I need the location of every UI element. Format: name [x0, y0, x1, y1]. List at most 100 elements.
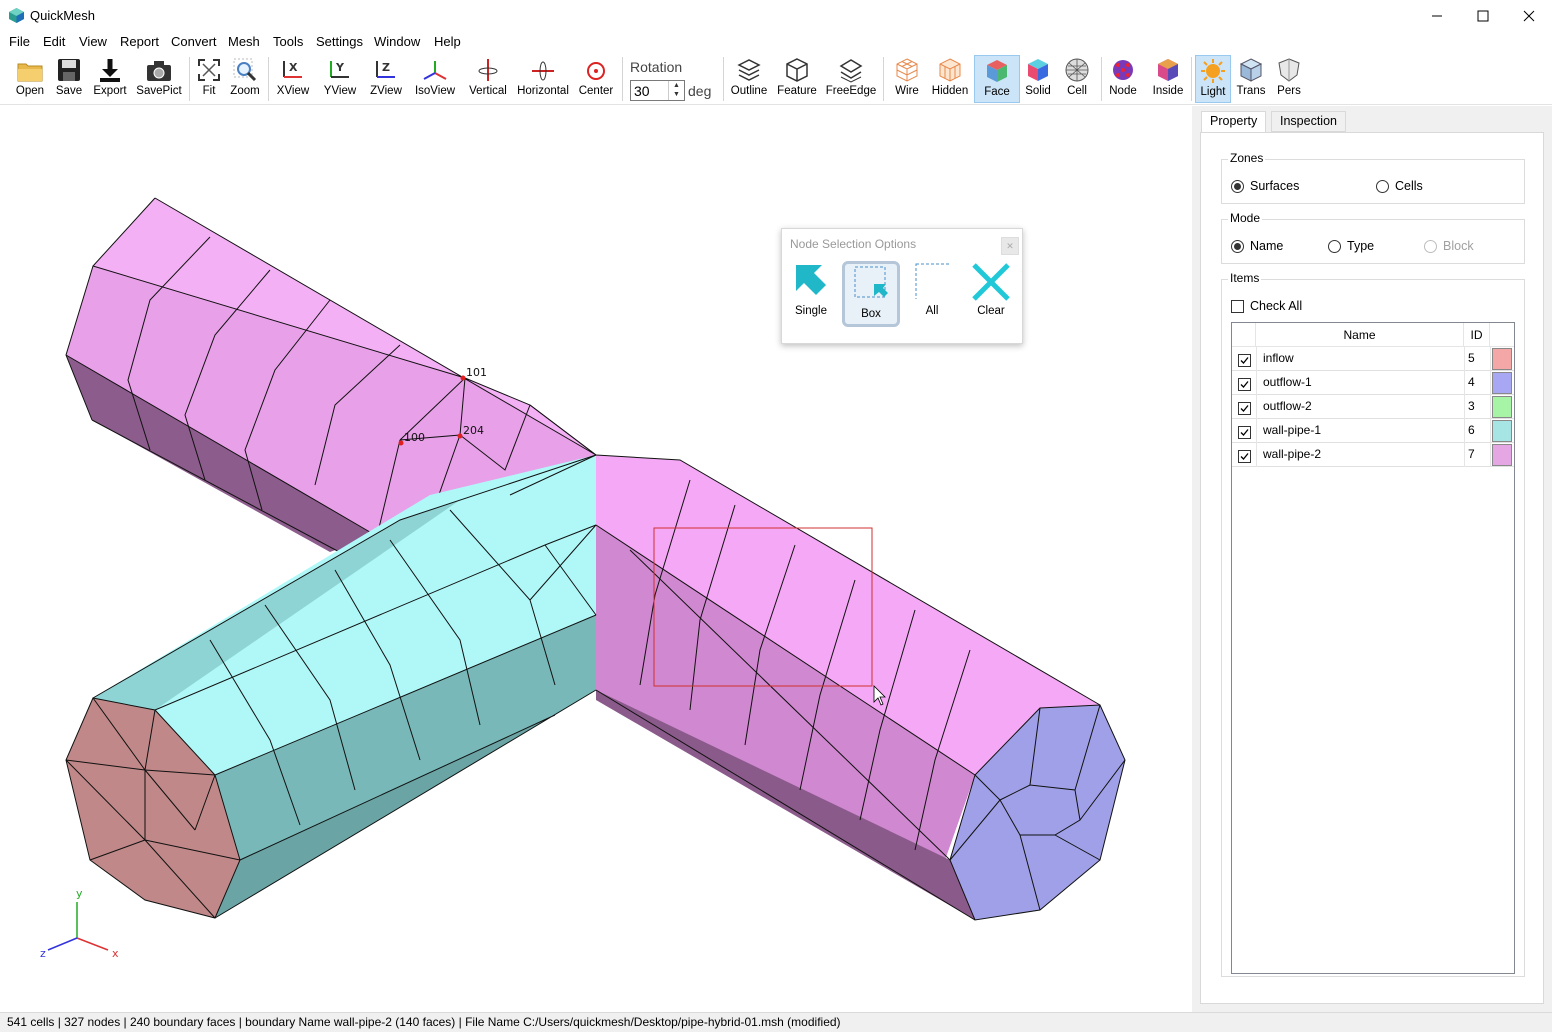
center-button[interactable]: Center — [577, 55, 615, 101]
export-button[interactable]: Export — [91, 55, 129, 101]
zones-group: Zones Surfaces Cells — [1221, 151, 1525, 204]
title-bar: QuickMesh — [0, 0, 1552, 31]
menu-help[interactable]: Help — [434, 34, 461, 49]
face-button[interactable]: Face — [974, 55, 1020, 103]
fit-button[interactable]: Fit — [195, 55, 223, 101]
perspective-shield-icon — [1278, 58, 1300, 82]
target-icon — [587, 62, 605, 80]
row-id: 4 — [1468, 375, 1475, 389]
pers-button[interactable]: Pers — [1273, 55, 1305, 101]
hidden-cube-icon — [939, 58, 961, 82]
box-select-button[interactable]: Box — [842, 261, 900, 327]
sun-icon — [1201, 59, 1225, 83]
horizontal-button[interactable]: Horizontal — [516, 55, 570, 101]
menu-file[interactable]: File — [9, 34, 30, 49]
items-table: Name ID inflow 5 outflow-1 4 outflow-2 3 wall-… — [1231, 322, 1515, 974]
spin-up-icon[interactable]: ▲ — [669, 81, 684, 90]
node-label: 204 — [463, 424, 484, 437]
row-color-swatch[interactable] — [1492, 348, 1512, 370]
table-row[interactable]: wall-pipe-1 6 — [1232, 419, 1514, 443]
x-axis-view-icon: X — [283, 61, 302, 78]
arrow-select-icon — [796, 265, 826, 295]
row-name: outflow-2 — [1263, 399, 1312, 413]
row-name: wall-pipe-1 — [1263, 423, 1322, 437]
menu-settings[interactable]: Settings — [316, 34, 363, 49]
vertical-rotate-icon — [478, 59, 498, 81]
table-row[interactable]: wall-pipe-2 7 — [1232, 443, 1514, 467]
table-row[interactable]: outflow-2 3 — [1232, 395, 1514, 419]
save-button[interactable]: Save — [52, 55, 86, 101]
row-checkbox[interactable] — [1238, 376, 1251, 391]
toolbar: Open Save Export SavePict Fit Zoom X XVi… — [0, 53, 1552, 105]
feature-button[interactable]: Feature — [775, 55, 819, 101]
trans-button[interactable]: Trans — [1234, 55, 1268, 101]
row-checkbox[interactable] — [1238, 352, 1251, 367]
name-radio[interactable]: Name — [1231, 239, 1283, 253]
row-color-swatch[interactable] — [1492, 372, 1512, 394]
svg-text:Y: Y — [335, 61, 345, 74]
column-header-id[interactable]: ID — [1464, 323, 1490, 347]
menu-edit[interactable]: Edit — [43, 34, 65, 49]
maximize-button[interactable] — [1460, 0, 1506, 31]
column-header-name[interactable]: Name — [1256, 323, 1464, 347]
mode-label: Mode — [1228, 211, 1263, 225]
magnifier-icon — [233, 58, 257, 82]
y-axis-view-icon: Y — [330, 61, 349, 78]
inside-hexagon-icon — [1158, 59, 1178, 81]
surfaces-radio[interactable]: Surfaces — [1231, 179, 1299, 193]
check-all-checkbox[interactable]: Check All — [1231, 299, 1302, 313]
row-name: outflow-1 — [1263, 375, 1312, 389]
table-row[interactable]: outflow-1 4 — [1232, 371, 1514, 395]
tab-property[interactable]: Property — [1201, 111, 1267, 133]
popup-close-icon[interactable]: ✕ — [1001, 237, 1019, 255]
zoom-button[interactable]: Zoom — [229, 55, 261, 101]
rotation-spinner[interactable]: ▲ ▼ — [668, 81, 684, 100]
close-button[interactable] — [1506, 0, 1552, 31]
xview-button[interactable]: X XView — [274, 55, 312, 101]
isoview-button[interactable]: IsoView — [413, 55, 457, 101]
single-select-button[interactable]: Single — [782, 261, 840, 327]
light-button[interactable]: Light — [1195, 55, 1231, 103]
zview-button[interactable]: Z ZView — [367, 55, 405, 101]
row-checkbox[interactable] — [1238, 424, 1251, 439]
clear-selection-button[interactable]: Clear — [962, 261, 1020, 327]
menu-view[interactable]: View — [79, 34, 107, 49]
inside-button[interactable]: Inside — [1150, 55, 1186, 101]
menu-window[interactable]: Window — [374, 34, 420, 49]
node-button[interactable]: Node — [1106, 55, 1140, 101]
node-marker — [460, 375, 466, 381]
hidden-button[interactable]: Hidden — [930, 55, 970, 101]
table-row[interactable]: inflow 5 — [1232, 347, 1514, 371]
tab-inspection[interactable]: Inspection — [1271, 111, 1346, 132]
spin-down-icon[interactable]: ▼ — [669, 90, 684, 99]
row-color-swatch[interactable] — [1492, 420, 1512, 442]
svg-text:x: x — [112, 947, 119, 960]
open-button[interactable]: Open — [12, 55, 48, 101]
menu-tools[interactable]: Tools — [273, 34, 303, 49]
vertical-button[interactable]: Vertical — [466, 55, 510, 101]
row-checkbox[interactable] — [1238, 448, 1251, 463]
freeedge-button[interactable]: FreeEdge — [825, 55, 877, 101]
menu-report[interactable]: Report — [120, 34, 159, 49]
menu-convert[interactable]: Convert — [171, 34, 217, 49]
feature-cube-icon — [786, 58, 808, 82]
yview-button[interactable]: Y YView — [322, 55, 358, 101]
popup-title: Node Selection Options — [790, 237, 917, 251]
mesh-viewport[interactable]: 101 100 204 y x z Node Selection Options… — [0, 106, 1192, 1012]
cells-radio[interactable]: Cells — [1376, 179, 1423, 193]
solid-button[interactable]: Solid — [1022, 55, 1054, 101]
row-name: wall-pipe-2 — [1263, 447, 1322, 461]
minimize-button[interactable] — [1414, 0, 1460, 31]
cell-button[interactable]: Cell — [1060, 55, 1094, 101]
property-tab-body: Zones Surfaces Cells Mode Name Type Bloc… — [1200, 132, 1544, 1004]
outline-button[interactable]: Outline — [729, 55, 769, 101]
row-color-swatch[interactable] — [1492, 396, 1512, 418]
status-bar: 541 cells | 327 nodes | 240 boundary fac… — [0, 1012, 1552, 1032]
row-checkbox[interactable] — [1238, 400, 1251, 415]
menu-mesh[interactable]: Mesh — [228, 34, 260, 49]
wire-button[interactable]: Wire — [889, 55, 925, 101]
type-radio[interactable]: Type — [1328, 239, 1374, 253]
savepict-button[interactable]: SavePict — [136, 55, 182, 101]
row-color-swatch[interactable] — [1492, 444, 1512, 466]
select-all-button[interactable]: All — [903, 261, 961, 327]
